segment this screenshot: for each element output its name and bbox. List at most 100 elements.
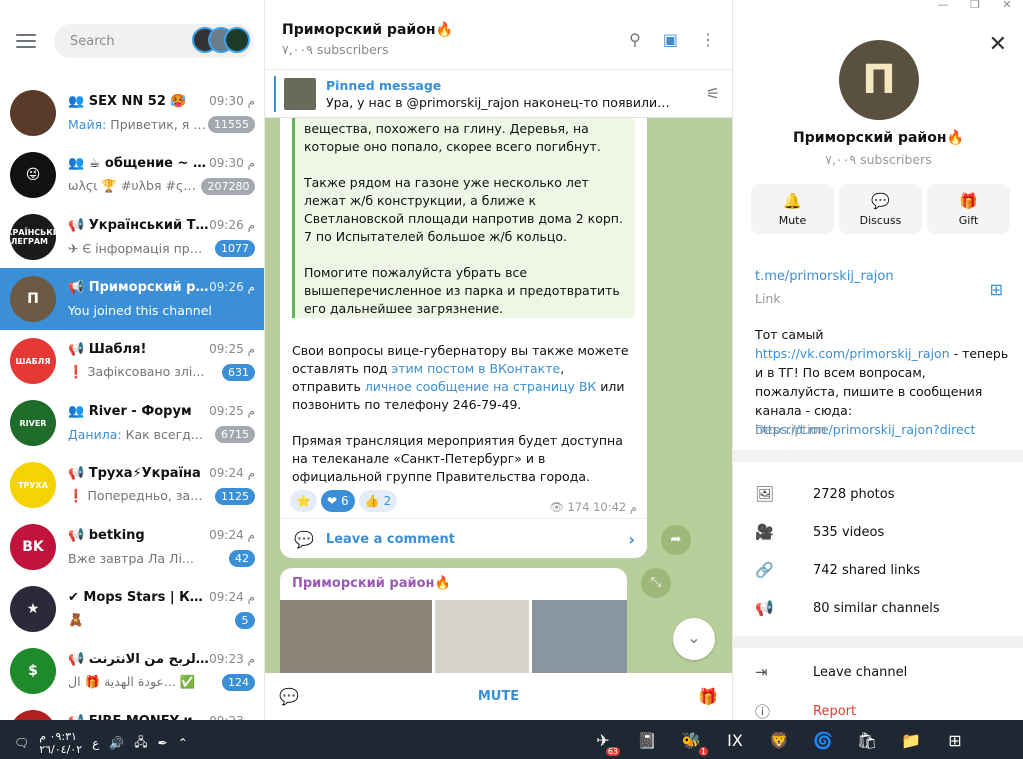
chat-list-item[interactable]: УКРАЇНСЬКИЙ ТЕЛЕГРАМ 📢 Український Тел...… [0, 206, 264, 268]
gift-icon[interactable]: 🎁 [698, 687, 718, 706]
edge-icon[interactable]: 🌀 [808, 726, 838, 754]
media-item[interactable]: 🔗 742 shared links [755, 561, 920, 579]
message-bubble: вещества, похожего на глину. Деревья, на… [280, 118, 647, 558]
yandex-icon[interactable]: 🐝 1 [676, 726, 708, 756]
chat-time: م 09:26 [209, 218, 255, 232]
message-paragraph: Прямая трансляция мероприятия будет дост… [292, 433, 623, 484]
chat-list-header: Search [0, 0, 264, 82]
ix-icon[interactable]: IX [720, 726, 750, 754]
pinned-list-icon[interactable]: ⚟ [706, 84, 720, 103]
app-glyph: 🐝 [681, 730, 701, 750]
clock-time: ٠٩:٣١ م [39, 730, 77, 743]
clock[interactable]: ٠٩:٣١ م ٢٦/٠٤/٠٢ [39, 730, 82, 756]
chat-time: م 09:30 [209, 156, 255, 170]
media-item[interactable]: 🖼 2728 photos [755, 485, 895, 503]
chat-time: م 09:24 [209, 528, 255, 542]
text-span: Тот самый [755, 327, 824, 342]
mute-button[interactable]: 🔔 Mute [751, 184, 834, 234]
media-item[interactable]: 🎥 535 videos [755, 523, 884, 541]
chat-list-item[interactable]: FIRE📢 FIRE MONEY игрыم 09:23 [0, 702, 264, 720]
windows-start-icon[interactable]: ⊞ [940, 726, 970, 754]
profile-subscribers: ٧,٠٠٩ subscribers [825, 152, 932, 167]
chevron-up-icon[interactable]: ⌃ [178, 736, 188, 750]
app-glyph: ⊞ [948, 730, 962, 750]
pinned-text: Ура, у нас в @primorskij_rajon наконец-т… [326, 94, 676, 110]
vk-link[interactable]: https://vk.com/primorskij_rajon [755, 346, 950, 361]
search-input[interactable]: Search [54, 24, 254, 58]
reaction-chip[interactable]: 👍 2 [358, 490, 398, 512]
profile-name: Приморский район🔥 [793, 130, 964, 146]
chat-list-item[interactable]: ТРУХА 📢 Труха⚡Україна م 09:24 ❗ Попередньо… [0, 454, 264, 516]
volume-icon[interactable]: 🔊 [109, 736, 124, 750]
chat-preview: ❗ Попередньо, зафі... [68, 488, 208, 503]
brave-icon[interactable]: 🦁 [764, 726, 794, 754]
unread-badge: 42 [229, 549, 255, 567]
reactions: ⭐ ❤ 6 👍 2 [290, 490, 398, 512]
chat-list-item[interactable]: RIVER 👥 River - Форум م 09:25 Данила: Как в… [0, 392, 264, 454]
unread-badge: 1125 [215, 487, 255, 505]
chat-header[interactable]: Приморский район🔥 ٧,٠٠٩ subscribers ⚲ ▣ … [265, 0, 732, 70]
network-icon[interactable]: 🖧 [134, 733, 147, 754]
chat-avatar [10, 90, 56, 136]
chat-time: م 09:23 [209, 652, 255, 666]
report-label: Report [813, 704, 857, 719]
chat-list-item[interactable]: $ 📢 الربح من الانترنت 💸م 09:23 عودة الهدي… [0, 640, 264, 702]
chat-name: 👥 ☕ общение ~ D... [68, 155, 210, 171]
search-icon[interactable]: ⚲ [629, 30, 641, 49]
maximize-button[interactable]: ❐ [959, 0, 991, 12]
profile-panel: ✕ Π Приморский район🔥 ٧,٠٠٩ subscribers … [732, 0, 1023, 720]
vk-message-link[interactable]: личное сообщение на страницу ВК [365, 379, 596, 394]
reaction-chip[interactable]: ⭐ [290, 490, 317, 512]
unread-badge: 631 [222, 363, 255, 381]
more-vertical-icon[interactable]: ⋮ [700, 30, 716, 49]
link-icon: 🔗 [755, 561, 774, 579]
stories-avatars[interactable] [192, 27, 250, 53]
close-icon[interactable]: ✕ [989, 32, 1007, 57]
folder-icon[interactable]: 📁 [896, 726, 926, 754]
channel-link[interactable]: t.me/primorskij_rajon [755, 269, 894, 284]
chat-list-item[interactable]: Π 📢 Приморский рай...م 09:26 You joined t… [0, 268, 264, 330]
app-glyph: 🌀 [813, 730, 833, 750]
menu-icon[interactable] [16, 34, 36, 48]
action-label: Gift [958, 214, 979, 227]
chat-list-item[interactable]: BK 📢 betking م 09:24 Вже завтра Ла Лі... 42 [0, 516, 264, 578]
system-tray: 🗨 ٠٩:٣١ م ٢٦/٠٤/٠٢ ع 🔊 🖧 ✒ ⌃ [14, 730, 188, 756]
leave-comment-button[interactable]: 💬 Leave a comment › [280, 518, 647, 560]
report-button[interactable]: ⓘ Report [755, 701, 856, 720]
leave-icon: ⇥ [755, 663, 768, 681]
close-window-button[interactable]: ✕ [991, 0, 1023, 12]
leave-channel-button[interactable]: ⇥ Leave channel [755, 663, 907, 681]
notifications-icon[interactable]: 🗨 [14, 736, 29, 750]
media-item[interactable]: 📢 80 similar channels [755, 599, 940, 617]
discuss-button[interactable]: 💬 Discuss [839, 184, 922, 234]
chat-list-item[interactable]: 👥 SEX NN 52 🥵 م 09:30 Майя: Приветик, я М.… [0, 82, 264, 144]
expand-icon[interactable]: ⤡ [641, 568, 671, 598]
telegram-icon[interactable]: ✈ 63 [588, 726, 620, 756]
sidebar-toggle-icon[interactable]: ▣ [663, 30, 678, 49]
store-icon[interactable]: 🛍 [852, 726, 882, 754]
chevron-right-icon: › [628, 530, 635, 549]
pinned-message-bar[interactable]: Pinned message Ура, у нас в @primorskij_… [265, 70, 732, 118]
language-indicator[interactable]: ع [92, 736, 99, 750]
share-icon[interactable]: ➦ [661, 525, 691, 555]
chat-time: م 09:25 [209, 404, 255, 418]
chat-name: 📢 Шабля! [68, 341, 147, 357]
reaction-chip[interactable]: ❤ 6 [320, 490, 355, 512]
notes-icon[interactable]: 📓 [632, 726, 662, 754]
chat-list-item[interactable]: ★ ✔ Mops Stars | Куп... م 09:24 🧸 5 [0, 578, 264, 640]
chat-preview: Майя: Приветик, я М... [68, 116, 208, 132]
chat-list-item[interactable]: 😜 👥 ☕ общение ~ D... م 09:30 ωλϛι 🏆 #υλbя … [0, 144, 264, 206]
video-icon: 🎥 [755, 523, 774, 541]
channel-avatar[interactable]: Π [839, 40, 919, 120]
gift-button[interactable]: 🎁 Gift [927, 184, 1010, 234]
pen-icon[interactable]: ✒ [158, 736, 168, 750]
chat-preview: ❗ Зафіксовано злі... [68, 364, 205, 379]
qr-code-icon[interactable]: ⊞ [990, 280, 1003, 299]
mute-button[interactable]: MUTE [478, 689, 519, 704]
vk-post-link[interactable]: этим постом в ВКонтакте [391, 361, 560, 376]
discussion-icon[interactable]: 💬 [279, 687, 299, 706]
media-label: 742 shared links [813, 562, 921, 578]
scroll-down-button[interactable]: ⌄ [673, 618, 715, 660]
chat-list-item[interactable]: ШАБЛЯ 📢 Шабля! م 09:25 ❗ Зафіксовано злі..… [0, 330, 264, 392]
minimize-button[interactable]: — [927, 0, 959, 12]
